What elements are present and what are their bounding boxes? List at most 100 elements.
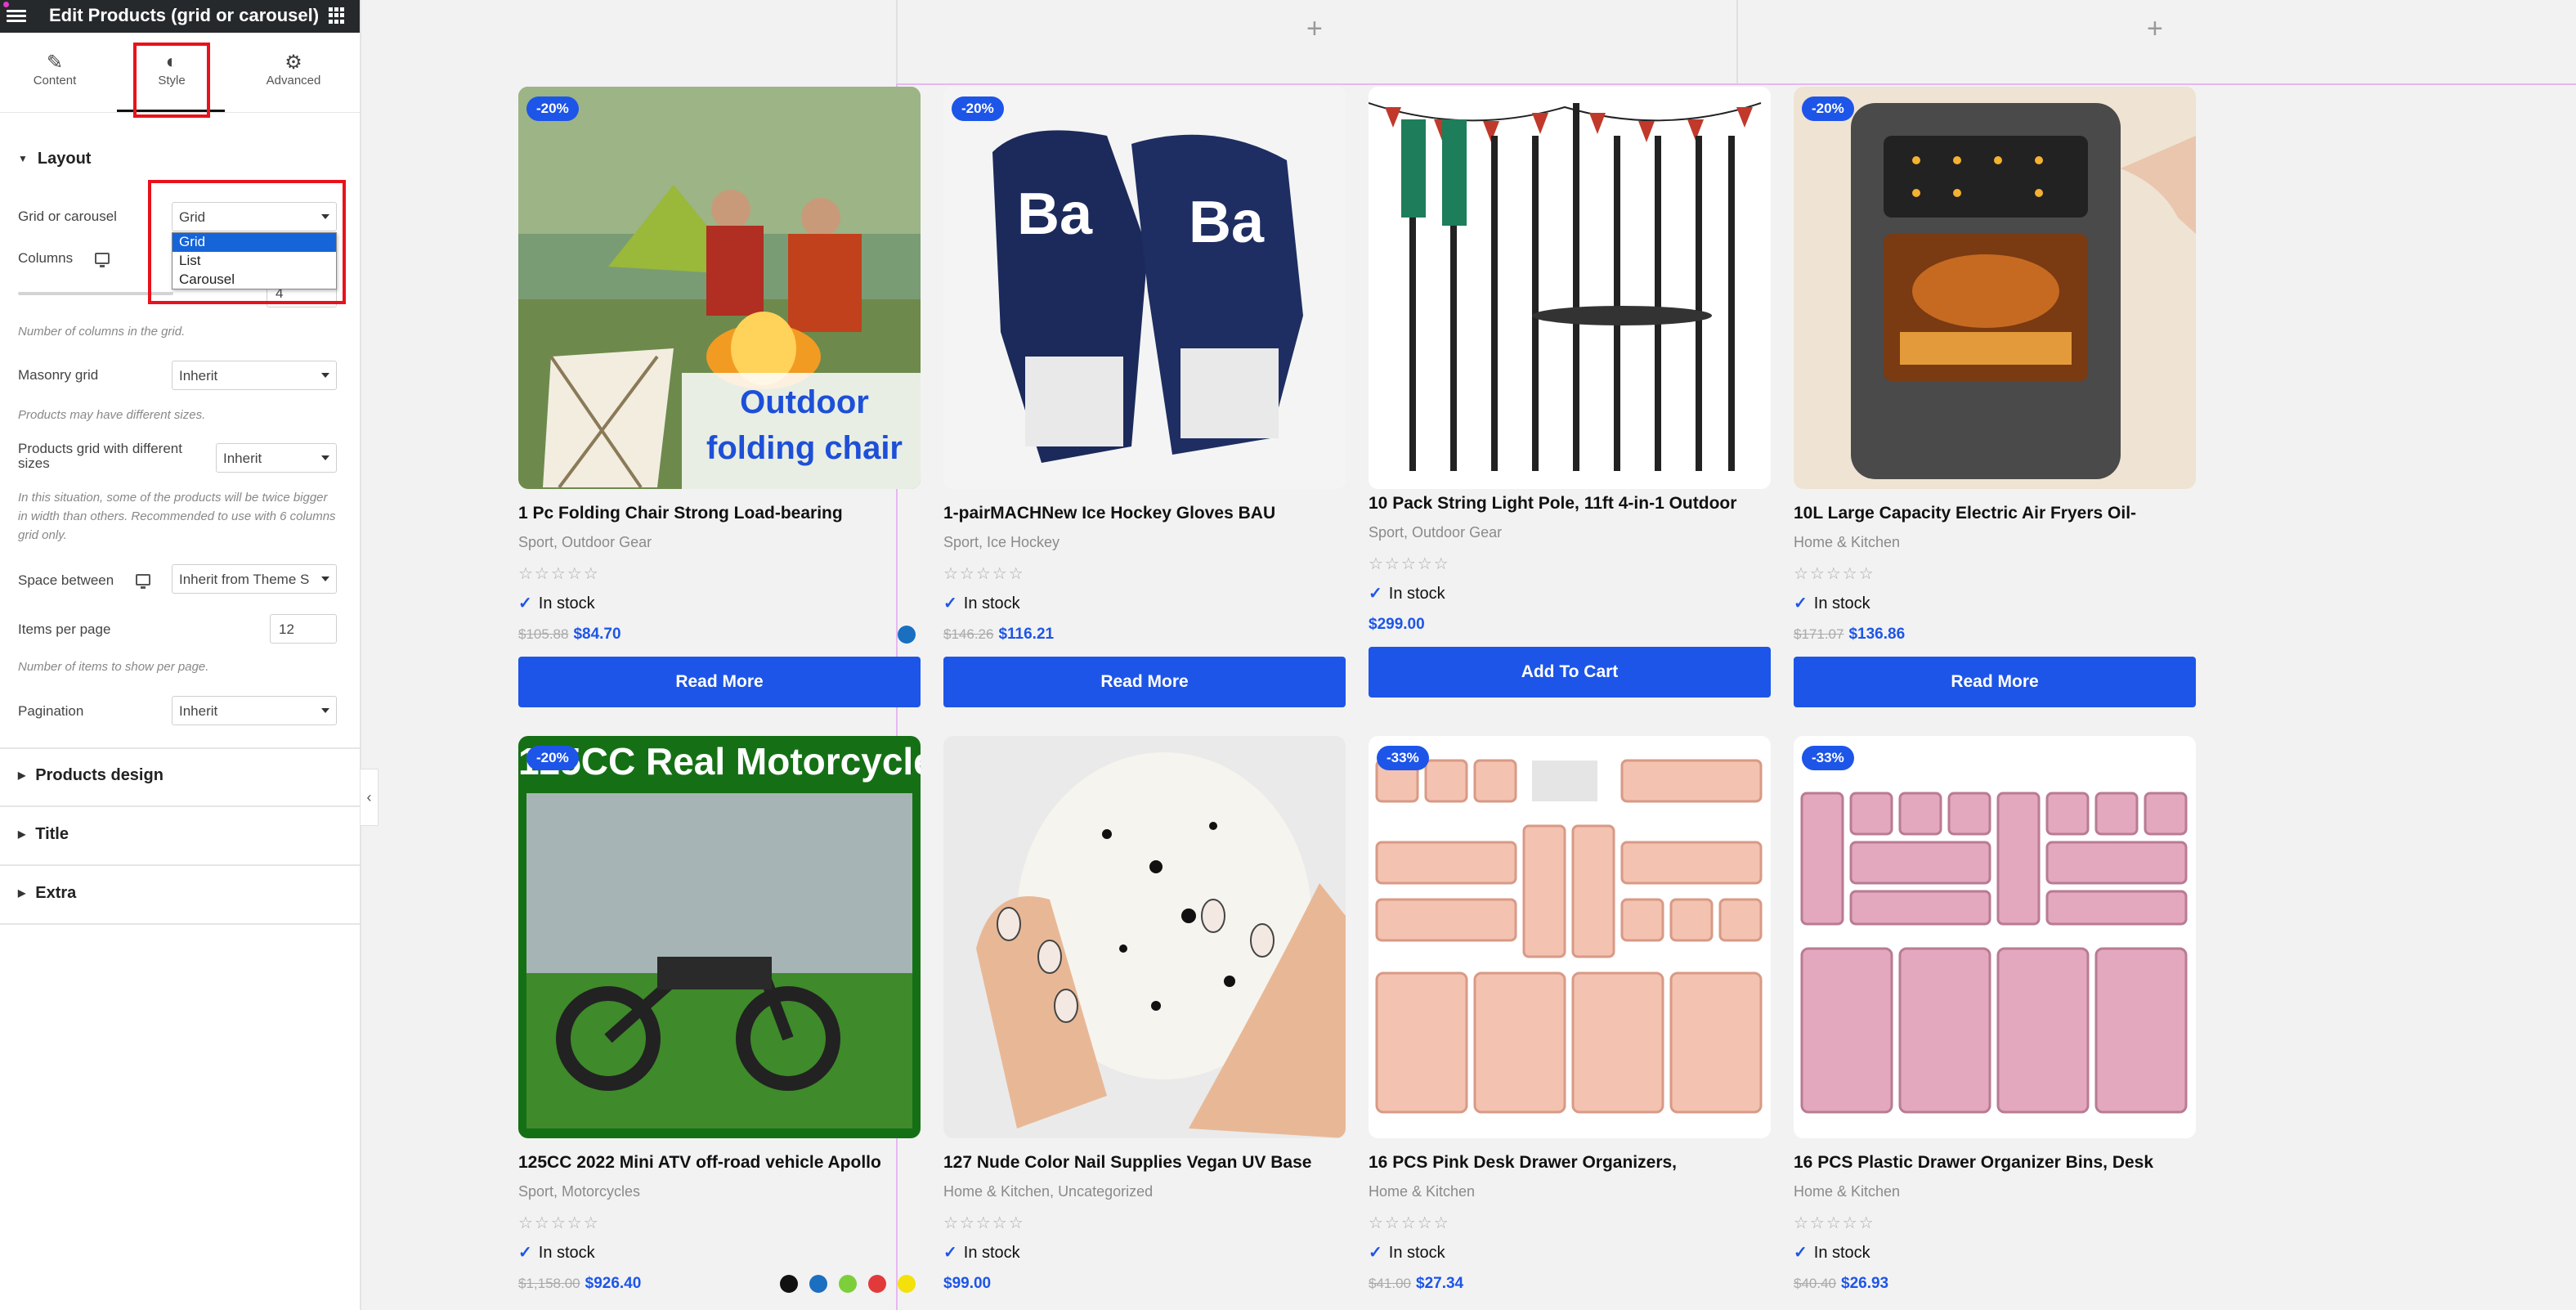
stock-status: ✓ In stock (1794, 1242, 2196, 1263)
product-price: $99.00 (943, 1275, 1346, 1294)
different-sizes-help: In this situation, some of the products … (18, 491, 336, 542)
color-swatch[interactable] (868, 1275, 886, 1293)
product-category[interactable]: Sport, Ice Hockey (943, 534, 1346, 552)
product-card[interactable]: -20% 10L Large Capacity Electric Air Frye… (1794, 87, 2196, 707)
product-image[interactable]: -33% (1369, 736, 1771, 1138)
section-extra[interactable]: ▶ Extra (18, 884, 76, 903)
caret-right-icon: ▶ (18, 828, 26, 840)
product-action-button[interactable]: Add To Cart (1369, 647, 1771, 698)
product-action-button[interactable]: Read More (518, 657, 921, 707)
check-icon: ✓ (1369, 1244, 1382, 1262)
product-category[interactable]: Home & Kitchen, Uncategorized (943, 1183, 1346, 1201)
product-card[interactable]: 125CC Real Motorcycle -20% 125CC 2022 Mini… (518, 736, 921, 1294)
chevron-left-icon: ‹ (366, 789, 372, 805)
product-category[interactable]: Home & Kitchen (1369, 1183, 1771, 1201)
color-swatch[interactable] (780, 1275, 798, 1293)
stock-text: In stock (963, 594, 1020, 612)
product-category[interactable]: Sport, Motorcycles (518, 1183, 921, 1201)
color-swatch[interactable] (898, 626, 916, 644)
desktop-icon[interactable] (95, 253, 110, 267)
star-rating: ☆☆☆☆☆ (1794, 1214, 1875, 1232)
product-card[interactable]: 127 Nude Color Nail Supplies Vegan UV Ba… (943, 736, 1346, 1294)
chevron-down-icon (321, 708, 329, 713)
product-price: $299.00 (1369, 616, 1771, 635)
editor-panel: Edit Products (grid or carousel) ✎ Conte… (0, 0, 361, 1310)
product-category[interactable]: Sport, Outdoor Gear (1369, 524, 1771, 542)
divider (0, 805, 360, 807)
widgets-grid-icon[interactable] (329, 7, 345, 24)
product-image[interactable]: 125CC Real Motorcycle -20% (518, 736, 921, 1138)
product-name[interactable]: 16 PCS Pink Desk Drawer Organizers, (1369, 1153, 1771, 1174)
stock-text: In stock (1388, 585, 1445, 603)
product-image[interactable]: -20% (1794, 87, 2196, 489)
star-rating: ☆☆☆☆☆ (943, 565, 1025, 583)
product-card[interactable]: -33% 16 PCS Pink Desk Drawer Organizers, H… (1369, 736, 1771, 1294)
stock-text: In stock (1813, 1244, 1870, 1262)
current-price: $926.40 (585, 1275, 642, 1292)
product-name[interactable]: 125CC 2022 Mini ATV off-road vehicle Apo… (518, 1153, 921, 1174)
product-photo (1794, 736, 2196, 1138)
product-name[interactable]: 16 PCS Plastic Drawer Organizer Bins, De… (1794, 1153, 2196, 1174)
discount-badge: -20% (526, 746, 579, 770)
section-products-design[interactable]: ▶ Products design (18, 766, 164, 785)
hamburger-menu-icon[interactable] (7, 7, 26, 24)
product-image[interactable]: Ba Ba -20% (943, 87, 1346, 489)
tab-advanced[interactable]: ⚙ Advanced (249, 51, 338, 87)
desktop-icon[interactable] (136, 574, 150, 589)
product-card[interactable]: Outdoor folding chair -20% 1 Pc Folding Ch… (518, 87, 921, 707)
section-layout-heading[interactable]: ▼ Layout (18, 150, 91, 168)
check-icon: ✓ (943, 1244, 957, 1262)
color-swatch[interactable] (898, 1275, 916, 1293)
product-price: $1,158.00 $926.40 (518, 1275, 921, 1294)
pencil-icon: ✎ (46, 52, 64, 74)
check-icon: ✓ (1794, 594, 1808, 612)
product-name[interactable]: 127 Nude Color Nail Supplies Vegan UV Ba… (943, 1153, 1346, 1174)
image-caption: Outdoor folding chair (706, 384, 903, 466)
product-image[interactable] (1369, 87, 1771, 489)
product-image[interactable]: -33% (1794, 736, 2196, 1138)
items-per-page-input[interactable]: 12 (270, 614, 337, 644)
product-card[interactable]: 10 Pack String Light Pole, 11ft 4-in-1 O… (1369, 87, 1771, 698)
space-between-select[interactable]: Inherit from Theme S (172, 564, 337, 594)
color-swatch[interactable] (839, 1275, 857, 1293)
check-icon: ✓ (518, 1244, 532, 1262)
product-card[interactable]: Ba Ba -20% 1-pairMACHNew Ice Hockey Gloves … (943, 87, 1346, 707)
product-photo: Ba Ba (943, 87, 1346, 489)
product-category[interactable]: Home & Kitchen (1794, 1183, 2196, 1201)
tab-content-label: Content (33, 74, 77, 87)
masonry-grid-select[interactable]: Inherit (172, 361, 337, 390)
product-card[interactable]: -33% 16 PCS Plastic Drawer Organizer Bins… (1794, 736, 2196, 1294)
check-icon: ✓ (943, 594, 957, 612)
color-swatch[interactable] (809, 1275, 827, 1293)
panel-title: Edit Products (grid or carousel) (49, 5, 320, 25)
pagination-select[interactable]: Inherit (172, 696, 337, 725)
product-category[interactable]: Home & Kitchen (1794, 534, 2196, 552)
discount-badge: -20% (1802, 96, 1854, 121)
different-sizes-select[interactable]: Inherit (216, 443, 337, 473)
product-photo (943, 736, 1346, 1138)
tab-content[interactable]: ✎ Content (10, 51, 100, 87)
current-price: $84.70 (573, 626, 621, 643)
product-name[interactable]: 10L Large Capacity Electric Air Fryers O… (1794, 504, 2196, 525)
masonry-help: Products may have different sizes. (18, 408, 206, 422)
grid-or-carousel-label: Grid or carousel (18, 209, 117, 224)
discount-badge: -33% (1802, 746, 1854, 770)
product-price: $40.40 $26.93 (1794, 1275, 2196, 1294)
product-action-button[interactable]: Read More (1794, 657, 2196, 707)
old-price: $41.00 (1369, 1276, 1411, 1291)
stock-status: ✓ In stock (1369, 583, 1771, 604)
product-name[interactable]: 1 Pc Folding Chair Strong Load-bearing (518, 504, 921, 525)
divider (0, 923, 360, 925)
product-image[interactable]: Outdoor folding chair -20% (518, 87, 921, 489)
product-category[interactable]: Sport, Outdoor Gear (518, 534, 921, 552)
stock-status: ✓ In stock (943, 1242, 1346, 1263)
divider (0, 864, 360, 866)
product-action-button[interactable]: Read More (943, 657, 1346, 707)
product-image[interactable] (943, 736, 1346, 1138)
check-icon: ✓ (518, 594, 532, 612)
section-title[interactable]: ▶ Title (18, 825, 69, 844)
current-price: $136.86 (1848, 626, 1906, 643)
product-name[interactable]: 10 Pack String Light Pole, 11ft 4-in-1 O… (1369, 494, 1771, 515)
collapse-panel-button[interactable]: ‹ (361, 769, 379, 826)
product-name[interactable]: 1-pairMACHNew Ice Hockey Gloves BAU (943, 504, 1346, 525)
